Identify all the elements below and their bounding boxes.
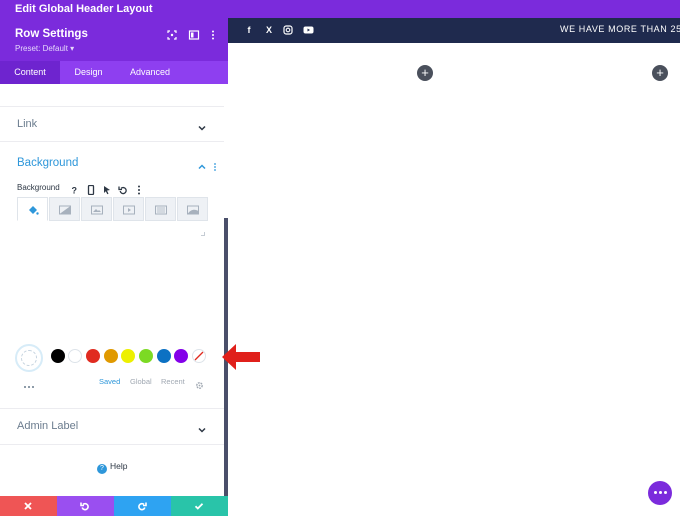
settings-panel: Row Settings Preset: Default ▾ Content D… xyxy=(0,18,228,516)
tab-advanced[interactable]: Advanced xyxy=(117,61,183,84)
more-dot-icon xyxy=(664,491,667,494)
section-admin-label[interactable]: Admin Label xyxy=(17,420,78,432)
swatch-purple[interactable] xyxy=(174,349,188,363)
instagram-icon[interactable] xyxy=(282,24,294,36)
palette-tab-recent[interactable]: Recent xyxy=(161,377,185,386)
settings-tabs: Content Design Advanced xyxy=(0,61,228,84)
x-icon[interactable]: X xyxy=(263,24,275,36)
mask-icon[interactable] xyxy=(177,197,208,221)
svg-text:?: ? xyxy=(72,186,78,196)
more-options-icon[interactable] xyxy=(207,28,219,40)
redo-button[interactable] xyxy=(114,496,171,516)
more-dot-icon xyxy=(659,491,662,494)
tab-design[interactable]: Design xyxy=(60,61,117,84)
resize-handle-icon[interactable] xyxy=(201,232,205,236)
divider xyxy=(0,444,224,445)
divider xyxy=(0,106,224,107)
swatch-green[interactable] xyxy=(139,349,153,363)
pattern-icon[interactable] xyxy=(145,197,176,221)
help-circle-icon: ? xyxy=(97,464,107,474)
chevron-down-icon[interactable] xyxy=(197,120,207,131)
window-title: Edit Global Header Layout xyxy=(15,3,153,15)
header-marquee-text: WE HAVE MORE THAN 25 YEA xyxy=(560,24,680,34)
divider xyxy=(0,141,224,142)
background-field-label: Background xyxy=(17,183,60,192)
undo-button[interactable] xyxy=(57,496,114,516)
video-icon[interactable] xyxy=(113,197,144,221)
discard-button[interactable] xyxy=(0,496,57,516)
swatch-red[interactable] xyxy=(86,349,100,363)
gradient-icon[interactable] xyxy=(49,197,80,221)
bottom-action-bar xyxy=(0,496,228,516)
color-picker-button[interactable] xyxy=(15,344,43,372)
palette-tab-global[interactable]: Global xyxy=(130,377,152,386)
reset-icon[interactable] xyxy=(118,182,128,195)
swatch-white[interactable] xyxy=(68,349,82,363)
youtube-icon[interactable] xyxy=(302,24,314,36)
swatch-orange[interactable] xyxy=(104,349,118,363)
sidebar-toggle-icon[interactable] xyxy=(188,28,200,40)
picker-more-icon[interactable] xyxy=(23,376,35,388)
section-more-icon[interactable] xyxy=(210,159,220,171)
page-canvas: f X WE HAVE MORE THAN 25 YEA + + xyxy=(228,18,680,516)
page-settings-button[interactable] xyxy=(648,481,672,505)
tab-content[interactable]: Content xyxy=(0,61,60,84)
help-icon[interactable]: ? xyxy=(69,182,79,196)
palette-settings-icon[interactable] xyxy=(195,377,204,389)
preset-dropdown[interactable]: Preset: Default ▾ xyxy=(15,44,74,53)
section-background-label[interactable]: Background xyxy=(17,157,78,169)
panel-header: Row Settings Preset: Default ▾ xyxy=(0,18,228,61)
background-type-tabs xyxy=(17,197,208,221)
mobile-icon[interactable] xyxy=(86,182,96,196)
save-button[interactable] xyxy=(171,496,228,516)
help-label: Help xyxy=(110,461,128,471)
image-icon[interactable] xyxy=(81,197,112,221)
more-icon[interactable] xyxy=(134,182,144,195)
palette-tab-saved[interactable]: Saved xyxy=(99,377,120,386)
panel-title: Row Settings xyxy=(15,28,88,40)
app-root: Edit Global Header Layout Row Settings P… xyxy=(0,0,680,516)
fullscreen-icon[interactable] xyxy=(166,28,178,40)
chevron-down-icon[interactable] xyxy=(197,422,207,433)
more-dot-icon xyxy=(654,491,657,494)
chevron-up-icon[interactable] xyxy=(197,159,207,170)
add-module-button[interactable]: + xyxy=(417,65,433,81)
swatch-none-icon[interactable] xyxy=(192,349,206,363)
annotation-arrow-icon xyxy=(220,342,262,377)
hover-cursor-icon[interactable] xyxy=(102,182,112,195)
help-link[interactable]: ? Help xyxy=(97,461,127,474)
header-top-bar: f X WE HAVE MORE THAN 25 YEA xyxy=(228,18,680,43)
section-link-label[interactable]: Link xyxy=(17,118,37,130)
swatch-yellow[interactable] xyxy=(121,349,135,363)
window-titlebar: Edit Global Header Layout xyxy=(0,0,680,18)
paint-bucket-icon[interactable] xyxy=(17,197,48,221)
add-column-button[interactable]: + xyxy=(652,65,668,81)
swatch-blue[interactable] xyxy=(157,349,171,363)
color-picker-icon xyxy=(21,350,37,366)
swatch-black[interactable] xyxy=(51,349,65,363)
divider xyxy=(0,408,224,409)
facebook-icon[interactable]: f xyxy=(243,24,255,36)
